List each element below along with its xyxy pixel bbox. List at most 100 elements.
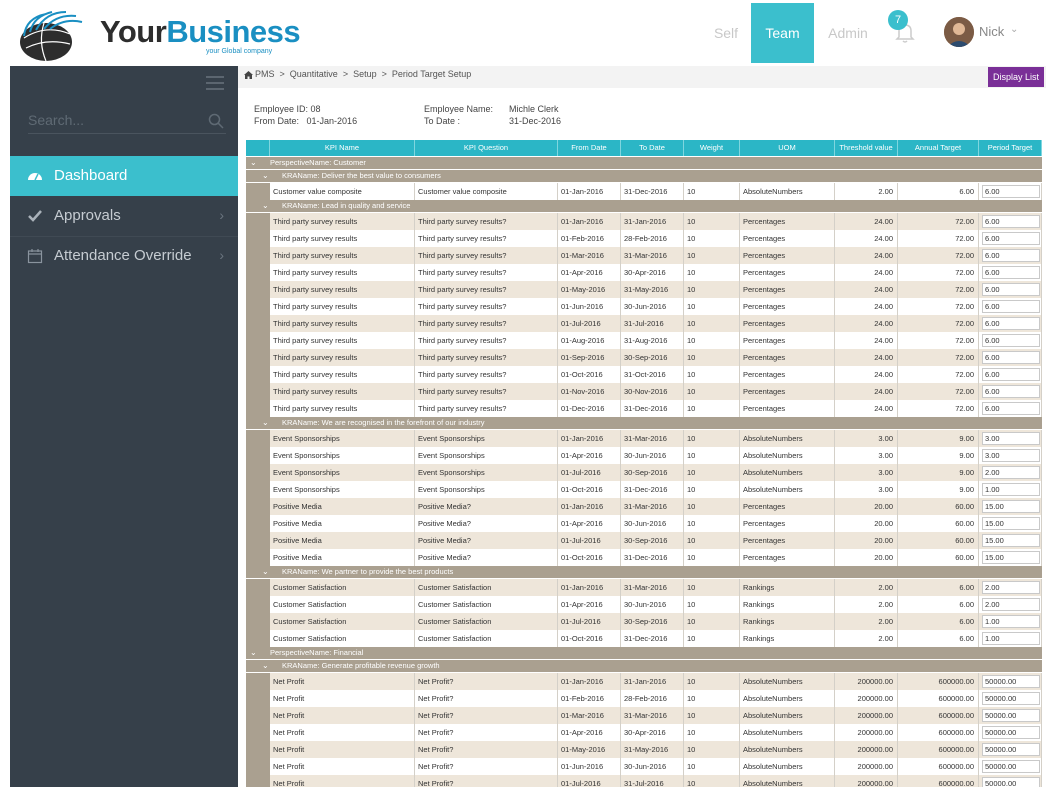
company-logo[interactable]: YourBusiness your Global company [14, 4, 301, 62]
cell-period-target [979, 430, 1042, 447]
cell-to-date: 31-May-2016 [621, 741, 684, 758]
cell-from-date: 01-Jan-2016 [558, 213, 621, 230]
column-header-uom[interactable]: UOM [740, 140, 835, 156]
period-target-input[interactable] [982, 351, 1040, 364]
breadcrumb-pms[interactable]: PMS [255, 69, 275, 79]
search-icon[interactable] [208, 113, 224, 129]
period-target-input[interactable] [982, 500, 1040, 513]
nav-team[interactable]: Team [751, 3, 814, 63]
period-target-input[interactable] [982, 266, 1040, 279]
period-target-input[interactable] [982, 232, 1040, 245]
period-target-input[interactable] [982, 709, 1040, 722]
column-header-kpi-name[interactable]: KPI Name [270, 140, 415, 156]
cell-to-date: 31-Jan-2016 [621, 673, 684, 690]
period-target-input[interactable] [982, 385, 1040, 398]
sidebar-item-approvals[interactable]: Approvals › [10, 196, 238, 236]
period-target-input[interactable] [982, 726, 1040, 739]
period-target-input[interactable] [982, 692, 1040, 705]
period-target-input[interactable] [982, 283, 1040, 296]
collapse-chevron-icon[interactable]: ⌄ [250, 157, 257, 169]
table-row: Net Profit Net Profit? 01-Apr-2016 30-Apr-2… [246, 724, 1042, 741]
nav-self[interactable]: Self [706, 3, 746, 63]
period-target-input[interactable] [982, 368, 1040, 381]
cell-weight: 10 [684, 264, 740, 281]
avatar[interactable] [944, 17, 974, 47]
collapse-chevron-icon[interactable]: ⌄ [262, 200, 269, 212]
home-icon[interactable] [244, 71, 253, 81]
column-header-annual-target[interactable]: Annual Target [898, 140, 979, 156]
collapse-chevron-icon[interactable]: ⌄ [262, 660, 269, 672]
period-target-input[interactable] [982, 760, 1040, 773]
cell-threshold-value: 2.00 [835, 183, 898, 200]
cell-to-date: 31-Mar-2016 [621, 430, 684, 447]
cell-period-target [979, 481, 1042, 498]
cell-to-date: 31-Mar-2016 [621, 707, 684, 724]
column-header-kpi-question[interactable]: KPI Question [415, 140, 558, 156]
period-target-input[interactable] [982, 334, 1040, 347]
kra-group-header[interactable]: ⌄ KRAName: We partner to provide the best… [246, 566, 1042, 578]
column-header-threshold-value[interactable]: Threshold value [835, 140, 898, 156]
cell-threshold-value: 3.00 [835, 464, 898, 481]
perspective-group-header[interactable]: ⌄ PerspectiveName: Financial [246, 647, 1042, 659]
sidebar-item-attendance-override[interactable]: Attendance Override › [10, 236, 238, 276]
user-name[interactable]: Nick [979, 24, 1004, 39]
period-target-input[interactable] [982, 534, 1040, 547]
perspective-group-header[interactable]: ⌄ PerspectiveName: Customer [246, 157, 1042, 169]
grid-header: KPI Name KPI Question From Date To Date Weig… [246, 140, 1042, 156]
cell-from-date: 01-Apr-2016 [558, 447, 621, 464]
period-target-input[interactable] [982, 632, 1040, 645]
period-target-input[interactable] [982, 517, 1040, 530]
cell-threshold-value: 24.00 [835, 264, 898, 281]
cell-uom: AbsoluteNumbers [740, 758, 835, 775]
nav-admin[interactable]: Admin [822, 3, 874, 63]
chevron-down-icon[interactable]: ⌄ [1010, 24, 1018, 35]
row-gutter [246, 230, 270, 247]
column-header-weight[interactable]: Weight [684, 140, 740, 156]
column-header-to-date[interactable]: To Date [621, 140, 684, 156]
cell-uom: Percentages [740, 230, 835, 247]
from-date-label: From Date: 01-Jan-2016 [254, 116, 358, 126]
period-target-input[interactable] [982, 615, 1040, 628]
search-input[interactable] [28, 108, 198, 132]
menu-toggle-icon[interactable] [206, 76, 224, 94]
cell-kpi-question: Net Profit? [415, 673, 558, 690]
period-target-input[interactable] [982, 675, 1040, 688]
collapse-chevron-icon[interactable]: ⌄ [250, 647, 257, 659]
period-target-input[interactable] [982, 743, 1040, 756]
kra-group-header[interactable]: ⌄ KRAName: Generate profitable revenue gr… [246, 660, 1042, 672]
period-target-input[interactable] [982, 777, 1040, 787]
row-gutter [246, 298, 270, 315]
period-target-input[interactable] [982, 449, 1040, 462]
table-row: Third party survey results Third party su… [246, 349, 1042, 366]
sidebar-item-dashboard[interactable]: Dashboard [10, 156, 238, 196]
breadcrumb-quantitative[interactable]: Quantitative [290, 69, 338, 79]
period-target-input[interactable] [982, 483, 1040, 496]
period-target-input[interactable] [982, 185, 1040, 198]
kra-group-header[interactable]: ⌄ KRAName: Lead in quality and service [246, 200, 1042, 212]
period-target-input[interactable] [982, 215, 1040, 228]
collapse-chevron-icon[interactable]: ⌄ [262, 417, 269, 429]
period-target-input[interactable] [982, 598, 1040, 611]
period-target-input[interactable] [982, 551, 1040, 564]
period-target-input[interactable] [982, 249, 1040, 262]
period-target-input[interactable] [982, 402, 1040, 415]
display-list-button[interactable]: Display List [988, 67, 1044, 87]
column-header-period-target[interactable]: Period Target [979, 140, 1042, 156]
period-target-input[interactable] [982, 317, 1040, 330]
period-target-input[interactable] [982, 300, 1040, 313]
collapse-chevron-icon[interactable]: ⌄ [262, 170, 269, 182]
kra-group-header[interactable]: ⌄ KRAName: Deliver the best value to cons… [246, 170, 1042, 182]
cell-weight: 10 [684, 758, 740, 775]
breadcrumb-setup[interactable]: Setup [353, 69, 377, 79]
collapse-chevron-icon[interactable]: ⌄ [262, 566, 269, 578]
period-target-input[interactable] [982, 466, 1040, 479]
kra-group-header[interactable]: ⌄ KRAName: We are recognised in the foref… [246, 417, 1042, 429]
cell-kpi-question: Third party survey results? [415, 332, 558, 349]
cell-kpi-name: Net Profit [270, 724, 415, 741]
breadcrumb-separator: > [381, 69, 387, 79]
period-target-input[interactable] [982, 581, 1040, 594]
cell-kpi-question: Third party survey results? [415, 230, 558, 247]
period-target-input[interactable] [982, 432, 1040, 445]
cell-uom: Rankings [740, 596, 835, 613]
column-header-from-date[interactable]: From Date [558, 140, 621, 156]
